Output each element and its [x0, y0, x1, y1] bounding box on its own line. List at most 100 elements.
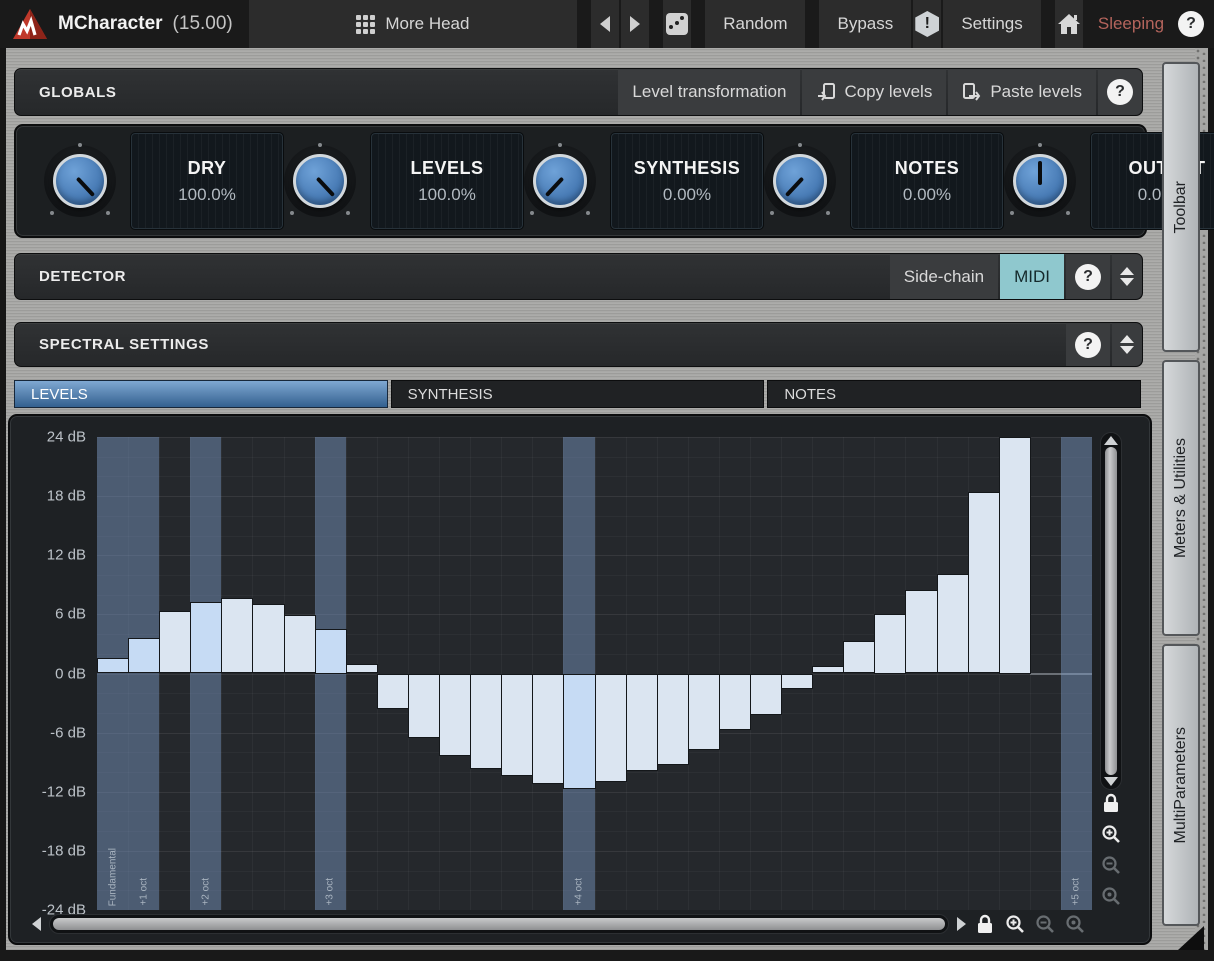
- levels-chart-panel: Fundamental+1 oct+2 oct+3 oct+4 oct+5 oc…: [8, 414, 1152, 945]
- knob-scale-dot: [290, 211, 294, 215]
- zoom-out-icon[interactable]: [1034, 913, 1056, 935]
- sleeping-status[interactable]: Sleeping: [1084, 0, 1178, 48]
- levels-knob-well: [284, 145, 356, 217]
- scroll-right-icon[interactable]: [957, 917, 966, 931]
- side-chain-button[interactable]: Side-chain: [890, 254, 998, 299]
- tab-notes[interactable]: NOTES: [767, 380, 1141, 408]
- alert-button[interactable]: !: [913, 0, 941, 48]
- sidebar-tab-meters-utilities[interactable]: Meters & Utilities: [1162, 360, 1200, 636]
- detector-header[interactable]: DETECTOR Side-chain MIDI ?: [14, 253, 1143, 300]
- knob-pointer: [46, 147, 114, 215]
- synthesis-readout[interactable]: SYNTHESIS0.00%: [610, 132, 764, 230]
- knob-scale-dot: [826, 211, 830, 215]
- knob-scale-dot: [798, 143, 802, 147]
- paste-levels-label: Paste levels: [990, 82, 1082, 102]
- knob-scale-dot: [1038, 143, 1042, 147]
- synthesis-knob-well: [524, 145, 596, 217]
- knob-scale-dot: [318, 143, 322, 147]
- y-tick-label: 12 dB: [16, 547, 86, 564]
- dry-readout[interactable]: DRY 100.0%: [130, 132, 284, 230]
- detector-collapse-spinner[interactable]: [1112, 254, 1142, 299]
- preset-selector-button[interactable]: More Head: [249, 0, 577, 48]
- knob-scale-dot: [78, 143, 82, 147]
- dry-knob[interactable]: [53, 154, 107, 208]
- chevron-down-icon: [1120, 278, 1134, 286]
- settings-button[interactable]: Settings: [943, 0, 1040, 48]
- detector-help-button[interactable]: ?: [1075, 264, 1101, 290]
- arrow-right-icon: [630, 16, 640, 32]
- synthesis-knob-group: SYNTHESIS0.00%: [524, 132, 764, 230]
- dry-knob-group: DRY 100.0%: [44, 132, 284, 230]
- notes-label: NOTES: [895, 158, 960, 179]
- next-preset-button[interactable]: [621, 0, 649, 48]
- resize-handle[interactable]: [1178, 926, 1204, 950]
- knob-scale-dot: [586, 211, 590, 215]
- paste-levels-button[interactable]: Paste levels: [948, 69, 1096, 115]
- preset-name: More Head: [385, 14, 469, 34]
- lock-icon[interactable]: [974, 913, 996, 935]
- arrow-left-icon: [600, 16, 610, 32]
- preset-grid-icon: [356, 15, 375, 34]
- scroll-left-icon[interactable]: [32, 917, 41, 931]
- vertical-scrollbar[interactable]: [1100, 432, 1122, 790]
- paste-icon: [962, 82, 982, 102]
- dry-label: DRY: [188, 158, 227, 179]
- sidebar-tab-multiparameters[interactable]: MultiParameters: [1162, 644, 1200, 926]
- synthesis-knob[interactable]: [533, 154, 587, 208]
- spectral-collapse-spinner[interactable]: [1112, 323, 1142, 366]
- globals-header[interactable]: GLOBALS Level transformation Copy levels…: [14, 68, 1143, 116]
- levels-readout[interactable]: LEVELS100.0%: [370, 132, 524, 230]
- mcharacter-plugin-window: MCharacter (15.00) More Head Random Bypa…: [0, 0, 1214, 961]
- midi-button[interactable]: MIDI: [1000, 254, 1064, 299]
- bypass-button[interactable]: Bypass: [819, 0, 911, 48]
- levels-label: LEVELS: [410, 158, 483, 179]
- knob-pointer-line: [76, 177, 95, 197]
- globals-help-button[interactable]: ?: [1107, 79, 1133, 105]
- notes-readout[interactable]: NOTES 0.00%: [850, 132, 1004, 230]
- horizontal-scroll-track[interactable]: [49, 914, 949, 934]
- title-bar: MCharacter (15.00) More Head Random Bypa…: [0, 0, 1214, 48]
- zoom-reset-icon[interactable]: [1064, 913, 1086, 935]
- random-button[interactable]: Random: [705, 0, 805, 48]
- plugin-name: MCharacter: [58, 13, 163, 35]
- knob-scale-dot: [530, 211, 534, 215]
- home-button[interactable]: [1055, 0, 1083, 48]
- zoom-in-icon[interactable]: [1004, 913, 1026, 935]
- vertical-scroll-thumb[interactable]: [1105, 447, 1117, 775]
- notes-knob[interactable]: [773, 154, 827, 208]
- plugin-version: (15.00): [173, 13, 233, 35]
- notes-value: 0.00%: [903, 185, 951, 205]
- knob-pointer: [766, 147, 834, 215]
- levels-knob[interactable]: [293, 154, 347, 208]
- tab-levels[interactable]: LEVELS: [14, 380, 388, 408]
- spectral-help-button[interactable]: ?: [1075, 332, 1101, 358]
- sidebar-tab-label: Meters & Utilities: [1172, 438, 1190, 558]
- knob-pointer: [1016, 157, 1064, 205]
- sidebar-tab-toolbar[interactable]: Toolbar: [1162, 62, 1200, 352]
- synthesis-label: SYNTHESIS: [634, 158, 741, 179]
- knob-scale-dot: [770, 211, 774, 215]
- knob-scale-dot: [50, 211, 54, 215]
- level-transformation-button[interactable]: Level transformation: [618, 69, 800, 115]
- help-button[interactable]: ?: [1178, 11, 1204, 37]
- notes-knob-group: NOTES 0.00%: [764, 132, 1004, 230]
- copy-levels-button[interactable]: Copy levels: [802, 69, 946, 115]
- lock-icon[interactable]: [1100, 792, 1122, 814]
- copy-levels-label: Copy levels: [844, 82, 932, 102]
- y-tick-label: 24 dB: [16, 429, 86, 446]
- window-bottom-edge: [0, 950, 1214, 961]
- horizontal-scroll-thumb[interactable]: [53, 918, 945, 930]
- output-knob[interactable]: [1013, 154, 1067, 208]
- dry-value: 100.0%: [178, 185, 236, 205]
- globals-knob-panel: DRY100.0%LEVELS100.0%SYNTHESIS0.00%NOTES…: [14, 124, 1147, 238]
- previous-preset-button[interactable]: [591, 0, 619, 48]
- spectral-settings-header[interactable]: SPECTRAL SETTINGS ?: [14, 322, 1143, 367]
- zoom-in-icon[interactable]: [1100, 823, 1122, 845]
- tab-synthesis[interactable]: SYNTHESIS: [391, 380, 765, 408]
- zoom-reset-icon[interactable]: [1100, 885, 1122, 907]
- randomize-dice-button[interactable]: [663, 0, 691, 48]
- vertical-zoom-controls: [1100, 792, 1122, 907]
- zoom-out-icon[interactable]: [1100, 854, 1122, 876]
- knob-pointer-line: [316, 177, 335, 197]
- plugin-title-area: MCharacter (15.00): [0, 0, 248, 48]
